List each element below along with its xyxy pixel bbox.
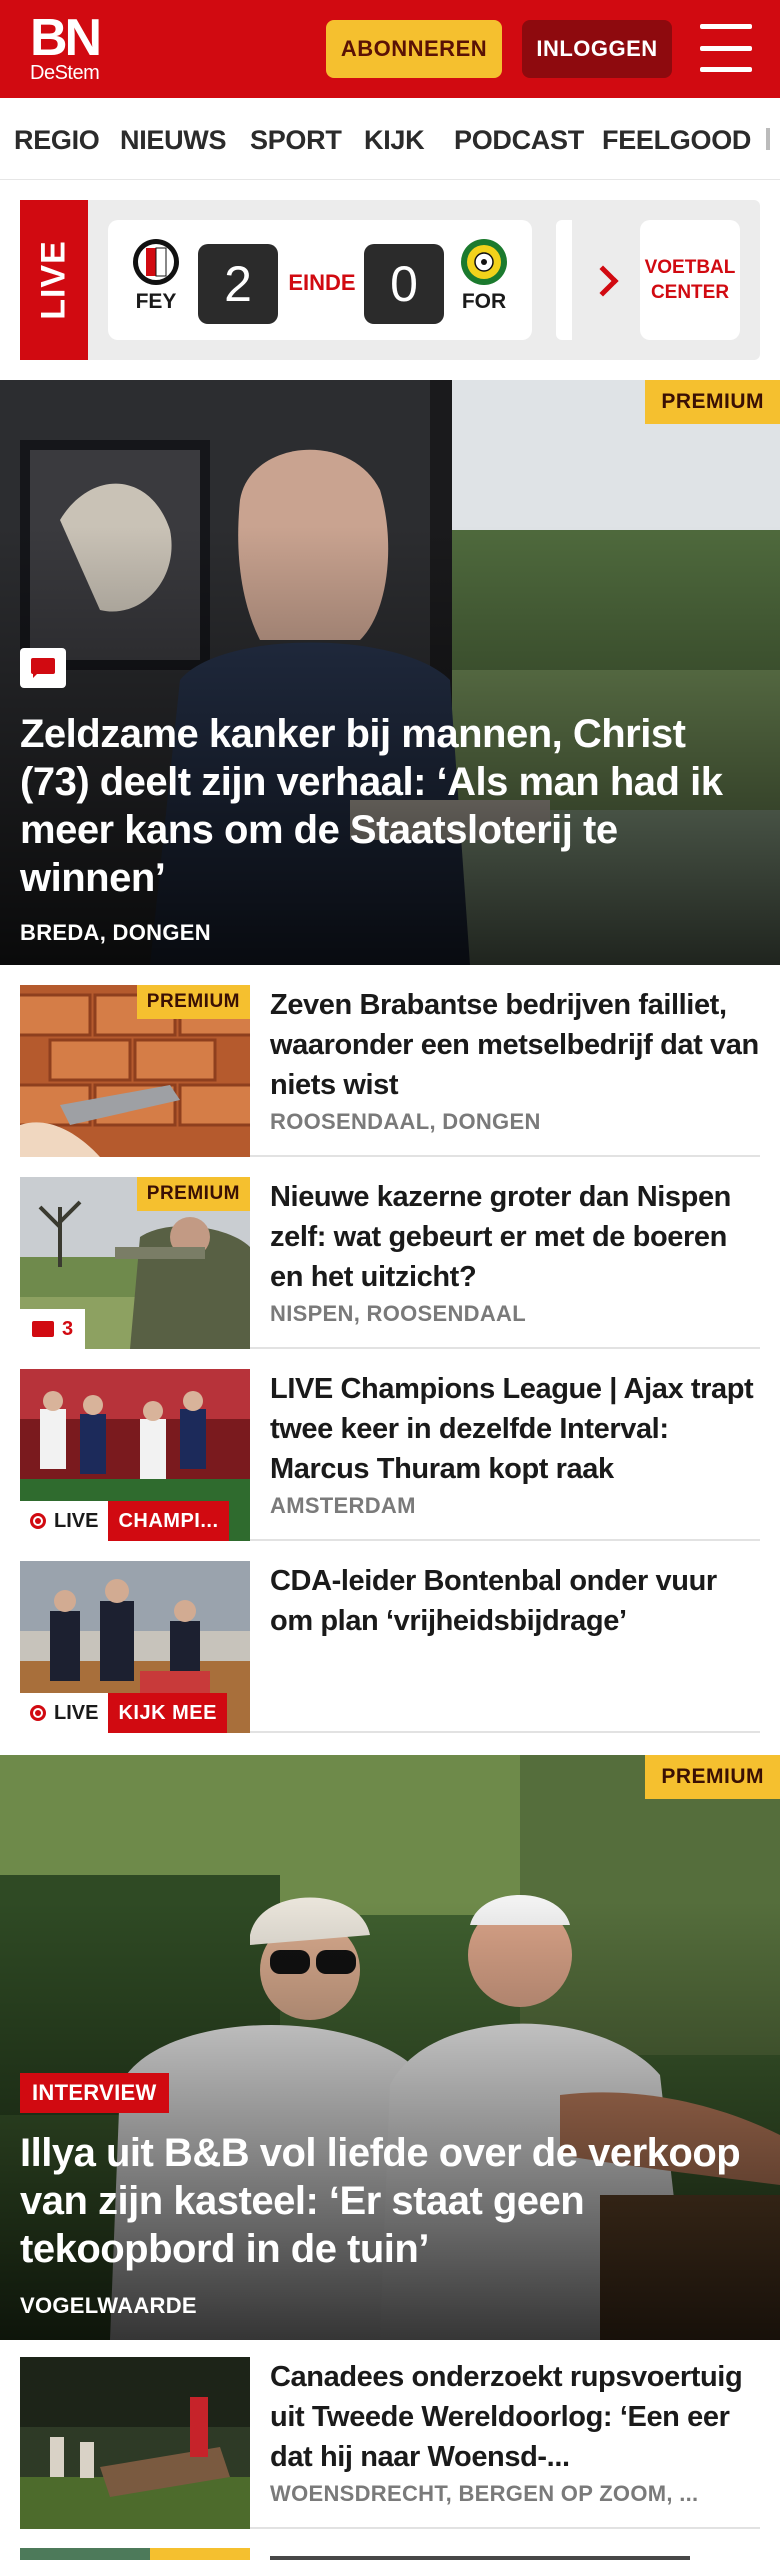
login-button[interactable]: INLOGGEN (522, 20, 672, 78)
feyenoord-crest-icon (132, 238, 180, 286)
subscribe-button[interactable]: ABONNEREN (326, 20, 502, 78)
hero-article-1[interactable]: PREMIUM Zeldzame kanker bij mannen, Chri… (0, 380, 780, 965)
away-score: 0 (364, 244, 444, 324)
list-item[interactable]: LIVE CHAMPI... LIVE Champions League | A… (20, 1369, 760, 1541)
live-indicator: LIVE KIJK MEE (20, 1693, 227, 1733)
nav-overflow-hint (766, 128, 770, 150)
nav-item-sport[interactable]: SPORT (250, 125, 342, 156)
article-title[interactable]: LIVE Champions League | Ajax trapt twee … (270, 1369, 760, 1489)
list-item[interactable]: Canadees onderzoekt rupsvoertuig uit Twe… (20, 2357, 760, 2529)
hero-2-shade (0, 1901, 780, 2340)
next-match-card-edge[interactable] (556, 220, 572, 340)
live-indicator: LIVE CHAMPI... (20, 1501, 229, 1541)
article-title[interactable]: Nieuwe kazerne groter dan Nispen zelf: w… (270, 1177, 760, 1297)
nav-item-feelgood[interactable]: FEELGOOD (602, 125, 751, 156)
article-location: NISPEN, ROOSENDAAL (270, 1301, 526, 1326)
article-thumbnail: LIVE KIJK MEE (20, 1561, 250, 1733)
home-team-abbr: FEY (135, 290, 177, 313)
live-label: LIVE (54, 1701, 99, 1724)
section-nav: REGIO NIEUWS SPORT KIJK PODCAST FEELGOOD (0, 98, 780, 180)
list-item[interactable]: PREMIUM Zeven Brabantse bedrijven failli… (20, 985, 760, 1157)
fortuna-crest-icon (460, 238, 508, 286)
live-label: LIVE (54, 1509, 99, 1532)
interview-tag: INTERVIEW (20, 2073, 169, 2113)
hero-2-location: VOGELWAARDE (20, 2293, 197, 2318)
comments-icon (20, 648, 66, 688)
premium-badge: PREMIUM (645, 380, 780, 424)
logo-wordmark: BN (30, 9, 102, 67)
hero-1-title[interactable]: Zeldzame kanker bij mannen, Christ (73) … (20, 710, 760, 902)
comments-count[interactable]: 3 (20, 1309, 86, 1349)
home-score: 2 (198, 244, 278, 324)
nav-item-kijk[interactable]: KIJK (364, 125, 425, 156)
list-item[interactable]: LIVE KIJK MEE CDA-leider Bontenbal onder… (20, 1561, 760, 1733)
nav-fade (762, 98, 780, 179)
premium-badge: PREMIUM (136, 985, 250, 1019)
hero-1-location: BREDA, DONGEN (20, 920, 211, 945)
live-category: CHAMPI... (108, 1501, 229, 1541)
comments-number: 3 (62, 1317, 74, 1340)
nav-item-nieuws[interactable]: NIEUWS (120, 125, 227, 156)
site-header: BN DeStem ABONNEREN INLOGGEN (0, 0, 780, 98)
away-team-abbr: FOR (461, 290, 507, 313)
premium-badge: PREMIUM (645, 1755, 780, 1799)
logo-subtitle: DeStem (30, 62, 100, 84)
premium-badge: PREMIUM (136, 1177, 250, 1211)
away-team: FOR (454, 238, 514, 314)
article-title[interactable]: CDA-leider Bontenbal onder vuur om plan … (270, 1561, 760, 1641)
article-thumbnail: LIVE CHAMPI... (20, 1369, 250, 1541)
nav-item-regio[interactable]: REGIO (14, 125, 100, 156)
article-title[interactable]: Zeven Brabantse bedrijven failliet, waar… (270, 985, 760, 1105)
menu-icon[interactable] (700, 24, 752, 72)
next-article-thumbnail-peek (20, 2548, 250, 2560)
nav-item-podcast[interactable]: PODCAST (454, 125, 584, 156)
next-article-title-peek[interactable] (270, 2550, 760, 2560)
article-location: ROOSENDAAL, DONGEN (270, 1109, 541, 1134)
match-status: EINDE (288, 270, 356, 295)
live-category: KIJK MEE (108, 1693, 227, 1733)
site-logo[interactable]: BN DeStem (30, 12, 110, 86)
comments-icon (32, 1321, 54, 1337)
hero-article-2[interactable]: PREMIUM INTERVIEW Illya uit B&B vol lief… (0, 1755, 780, 2340)
hero-2-title[interactable]: Illya uit B&B vol liefde over de verkoop… (20, 2129, 760, 2273)
live-dot-icon (30, 1705, 46, 1721)
article-thumbnail: PREMIUM 3 (20, 1177, 250, 1349)
voetbal-center-link[interactable]: VOETBAL CENTER (640, 220, 740, 340)
match-card[interactable]: FEY 2 EINDE 0 FOR (108, 220, 532, 340)
home-team: FEY (126, 238, 186, 314)
live-scores-bar: LIVE FEY 2 EINDE 0 FOR VOETBAL CENTER (0, 180, 780, 378)
list-item[interactable]: PREMIUM 3 Nieuwe kazerne groter dan Nisp… (20, 1177, 760, 1349)
article-thumbnail: PREMIUM (20, 985, 250, 1157)
live-label: LIVE (20, 200, 88, 360)
article-location: WOENSDRECHT, BERGEN OP ZOOM, ... (270, 2481, 699, 2506)
article-thumbnail (20, 2357, 250, 2529)
article-location: AMSTERDAM (270, 1493, 416, 1518)
live-dot-icon (30, 1513, 46, 1529)
article-title[interactable]: Canadees onderzoekt rupsvoertuig uit Twe… (270, 2357, 760, 2477)
